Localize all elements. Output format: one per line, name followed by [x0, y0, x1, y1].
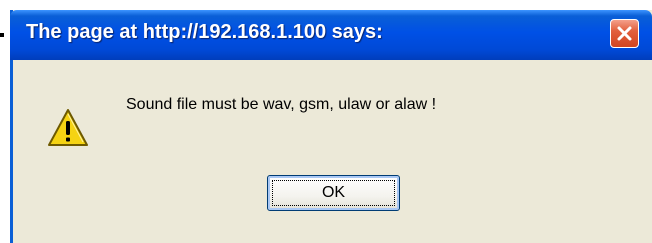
dialog-title: The page at http://192.168.1.100 says: [26, 21, 383, 43]
warning-icon [47, 108, 89, 153]
title-bar: The page at http://192.168.1.100 says: [10, 10, 652, 60]
page-artifact [0, 33, 4, 37]
close-button[interactable] [610, 19, 639, 48]
ok-button[interactable]: OK [267, 175, 400, 211]
close-icon [617, 26, 632, 41]
alert-dialog: The page at http://192.168.1.100 says: S… [10, 10, 652, 243]
ok-button-label: OK [321, 184, 346, 201]
alert-message: Sound file must be wav, gsm, ulaw or ala… [126, 96, 437, 113]
